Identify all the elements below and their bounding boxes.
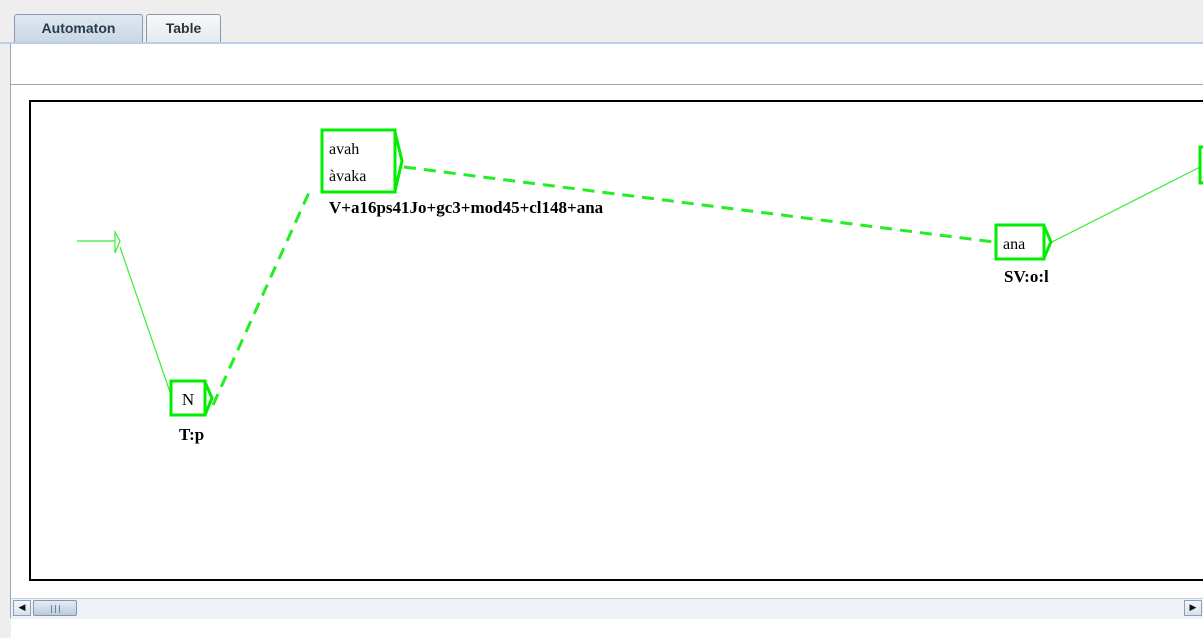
edge-initial-to-n: [119, 246, 172, 396]
grip-icon: [55, 605, 56, 613]
graph-frame: [29, 100, 1203, 581]
state-avah-output: V+a16ps41Jo+gc3+mod45+cl148+ana: [329, 198, 604, 217]
state-avah-label-1: avah: [329, 141, 359, 158]
tab-automaton[interactable]: Automaton: [14, 14, 143, 43]
state-avah-label-2: àvaka: [329, 168, 366, 185]
edge-n-to-avah: [211, 187, 313, 406]
automaton-panel: N T:p avah àvaka V+a16ps41Jo+gc3+mod45+c…: [10, 44, 1203, 638]
state-avah-arrow: [393, 131, 404, 192]
automaton-graph: N T:p avah àvaka V+a16ps41Jo+gc3+mod45+c…: [29, 100, 1203, 581]
tab-bar: Automaton Table: [0, 0, 1203, 44]
scrollbar-thumb[interactable]: [33, 600, 77, 616]
left-arrow-icon: ◀: [18, 603, 26, 613]
horizontal-scrollbar[interactable]: ◀ ▶: [11, 598, 1203, 619]
graph-canvas-viewport[interactable]: N T:p avah àvaka V+a16ps41Jo+gc3+mod45+c…: [11, 85, 1203, 638]
state-n-label: N: [182, 390, 194, 409]
right-arrow-icon: ▶: [1189, 603, 1197, 613]
tab-table[interactable]: Table: [146, 14, 221, 42]
grip-icon: [51, 605, 52, 613]
initial-arrow-head: [114, 229, 121, 254]
grip-icon: [59, 605, 60, 613]
state-ana-arrow: [1042, 225, 1053, 259]
scroll-left-button[interactable]: ◀: [13, 600, 31, 616]
state-n-arrow: [203, 381, 214, 416]
edge-ana-to-next: [1051, 164, 1203, 243]
state-ana-label: ana: [1003, 236, 1025, 253]
scroll-right-button[interactable]: ▶: [1184, 600, 1202, 616]
state-ana-output: SV:o:l: [1004, 267, 1049, 286]
state-n-output: T:p: [179, 425, 204, 444]
